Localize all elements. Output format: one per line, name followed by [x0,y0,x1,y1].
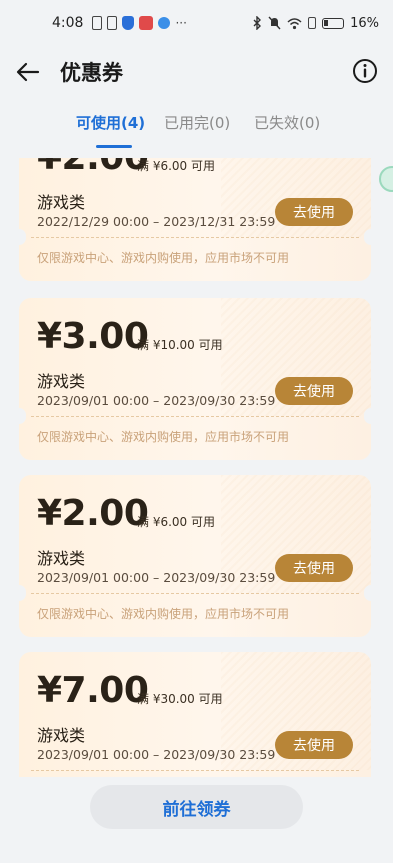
status-time: 4:08 [52,15,84,31]
coupon-validity: 2023/09/01 00:00 – 2023/09/30 23:59 [37,570,276,585]
coupon-divider [31,770,359,771]
page-title: 优惠券 [60,61,123,85]
use-coupon-button[interactable]: 去使用 [275,731,353,759]
coupon-amount: ¥3.00 [37,316,149,357]
coupon-notch [12,408,26,424]
coupon-notch [12,229,26,245]
coupon-restriction: 仅限游戏中心、游戏内购使用，应用市场不可用 [37,251,290,265]
shield-app-icon [122,16,135,30]
status-bar: 4:08 ··· 16% [0,0,393,46]
wifi-icon [287,17,302,29]
battery-percent: 16% [350,15,379,31]
notification-app-icon [139,16,154,30]
coupon-validity: 2023/09/01 00:00 – 2023/09/30 23:59 [37,393,276,408]
back-button[interactable] [14,58,42,86]
coupon-tabs: 可使用(4) 已用完(0) 已失效(0) [0,112,393,148]
tab-expired[interactable]: 已失效(0) [254,112,320,133]
coupon-notch [364,585,378,601]
coupon-notch [364,229,378,245]
info-button[interactable] [351,57,379,85]
coupon-category: 游戏类 [37,193,86,212]
tab-available[interactable]: 可使用(4) [76,112,145,133]
coupon-restriction: 仅限游戏中心、游戏内购使用，应用市场不可用 [37,607,290,621]
coupon-card: ¥7.00 满 ¥30.00 可用 游戏类 2023/09/01 00:00 –… [19,652,371,778]
coupon-category: 游戏类 [37,372,86,391]
use-coupon-button[interactable]: 去使用 [275,198,353,226]
coupon-threshold: 满 ¥10.00 可用 [137,338,223,352]
coupon-validity: 2023/09/01 00:00 – 2023/09/30 23:59 [37,747,276,762]
coupon-threshold: 满 ¥6.00 可用 [137,159,215,173]
use-coupon-button[interactable]: 去使用 [275,377,353,405]
coupon-category: 游戏类 [37,726,86,745]
active-tab-indicator [96,145,132,148]
more-notifications-icon: ··· [175,16,187,30]
coupon-amount: ¥2.00 [37,493,149,534]
coupon-card: ¥2.00 满 ¥6.00 可用 游戏类 2022/12/29 00:00 – … [12,158,378,281]
data-icon [308,17,317,29]
bottom-bar: 前往领券 [0,777,393,863]
coupon-notch [12,585,26,601]
battery-icon [322,17,345,29]
coupon-card: ¥3.00 满 ¥10.00 可用 游戏类 2023/09/01 00:00 –… [12,298,378,460]
browser-app-icon [158,17,171,29]
coupon-threshold: 满 ¥6.00 可用 [137,515,215,529]
sim-card-icon [107,16,118,30]
coupon-divider [31,593,359,594]
arrow-left-icon [16,62,40,82]
coupon-card: ¥2.00 满 ¥6.00 可用 游戏类 2023/09/01 00:00 – … [12,475,378,637]
coupon-list[interactable]: ¥2.00 满 ¥6.00 可用 游戏类 2022/12/29 00:00 – … [0,158,393,778]
get-coupons-button[interactable]: 前往领券 [90,785,303,829]
coupon-threshold: 满 ¥30.00 可用 [137,692,223,706]
coupon-divider [31,416,359,417]
coupon-amount: ¥2.00 [37,158,149,178]
mute-bell-icon [268,16,281,30]
use-coupon-button[interactable]: 去使用 [275,554,353,582]
coupon-notch [364,408,378,424]
coupon-category: 游戏类 [37,549,86,568]
sim-card-icon [92,16,103,30]
coupon-divider [31,237,359,238]
coupon-restriction: 仅限游戏中心、游戏内购使用，应用市场不可用 [37,430,290,444]
info-circle-icon [353,59,377,83]
app-header: 优惠券 [0,52,393,92]
coupon-amount: ¥7.00 [37,670,149,711]
bluetooth-icon [253,16,262,30]
tab-used-up[interactable]: 已用完(0) [164,112,230,133]
coupon-validity: 2022/12/29 00:00 – 2023/12/31 23:59 [37,214,276,229]
